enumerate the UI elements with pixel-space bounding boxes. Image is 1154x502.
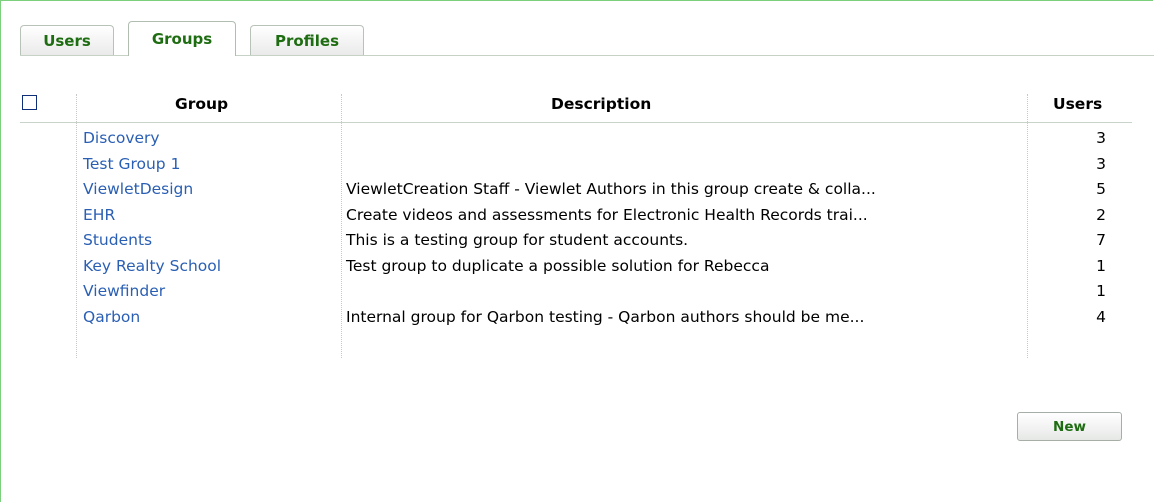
- groups-table: Group Description Users Discovery 3 Test G…: [20, 88, 1132, 330]
- group-user-count: 2: [1096, 205, 1106, 224]
- new-group-button[interactable]: New: [1017, 412, 1122, 441]
- table-row: Students This is a testing group for stud…: [20, 228, 1132, 254]
- group-user-count: 1: [1096, 256, 1106, 275]
- column-header-description[interactable]: Description: [551, 95, 651, 113]
- group-user-count: 3: [1096, 129, 1106, 147]
- group-description: ViewletCreation Staff - Viewlet Authors …: [346, 180, 876, 198]
- group-description: Internal group for Qarbon testing - Qarb…: [346, 307, 865, 326]
- group-name-link[interactable]: Discovery: [83, 129, 160, 147]
- group-name-link[interactable]: Students: [83, 231, 152, 249]
- group-user-count: 3: [1096, 154, 1106, 173]
- table-row: Test Group 1 3: [20, 152, 1132, 178]
- column-header-group[interactable]: Group: [175, 95, 228, 113]
- group-name-link[interactable]: Test Group 1: [83, 155, 180, 173]
- group-name-link[interactable]: Viewfinder: [83, 282, 165, 300]
- table-row: EHR Create videos and assessments for Ele…: [20, 203, 1132, 229]
- tab-profiles[interactable]: Profiles: [250, 25, 364, 55]
- tab-groups[interactable]: Groups: [128, 21, 236, 56]
- tab-users[interactable]: Users: [20, 25, 114, 55]
- group-description: Test group to duplicate a possible solut…: [346, 256, 770, 275]
- group-user-count: 1: [1096, 282, 1106, 300]
- group-description: This is a testing group for student acco…: [346, 231, 689, 249]
- group-user-count: 5: [1096, 180, 1106, 198]
- table-row: Discovery 3: [20, 126, 1132, 152]
- table-header: Group Description Users: [20, 88, 1132, 123]
- group-name-link[interactable]: Qarbon: [83, 308, 140, 326]
- table-row: Key Realty School Test group to duplicate…: [20, 254, 1132, 280]
- table-row: Qarbon Internal group for Qarbon testing …: [20, 305, 1132, 331]
- group-name-link[interactable]: EHR: [83, 206, 115, 224]
- table-row: Viewfinder 1: [20, 279, 1132, 305]
- table-row: ViewletDesign ViewletCreation Staff - Vie…: [20, 177, 1132, 203]
- group-description: Create videos and assessments for Electr…: [346, 205, 868, 224]
- table-body: Discovery 3 Test Group 1 3 ViewletDesign View…: [20, 123, 1132, 330]
- group-name-link[interactable]: Key Realty School: [83, 257, 221, 275]
- group-name-link[interactable]: ViewletDesign: [83, 180, 193, 198]
- column-header-users[interactable]: Users: [1053, 95, 1102, 113]
- group-user-count: 7: [1096, 231, 1106, 249]
- group-user-count: 4: [1096, 307, 1106, 326]
